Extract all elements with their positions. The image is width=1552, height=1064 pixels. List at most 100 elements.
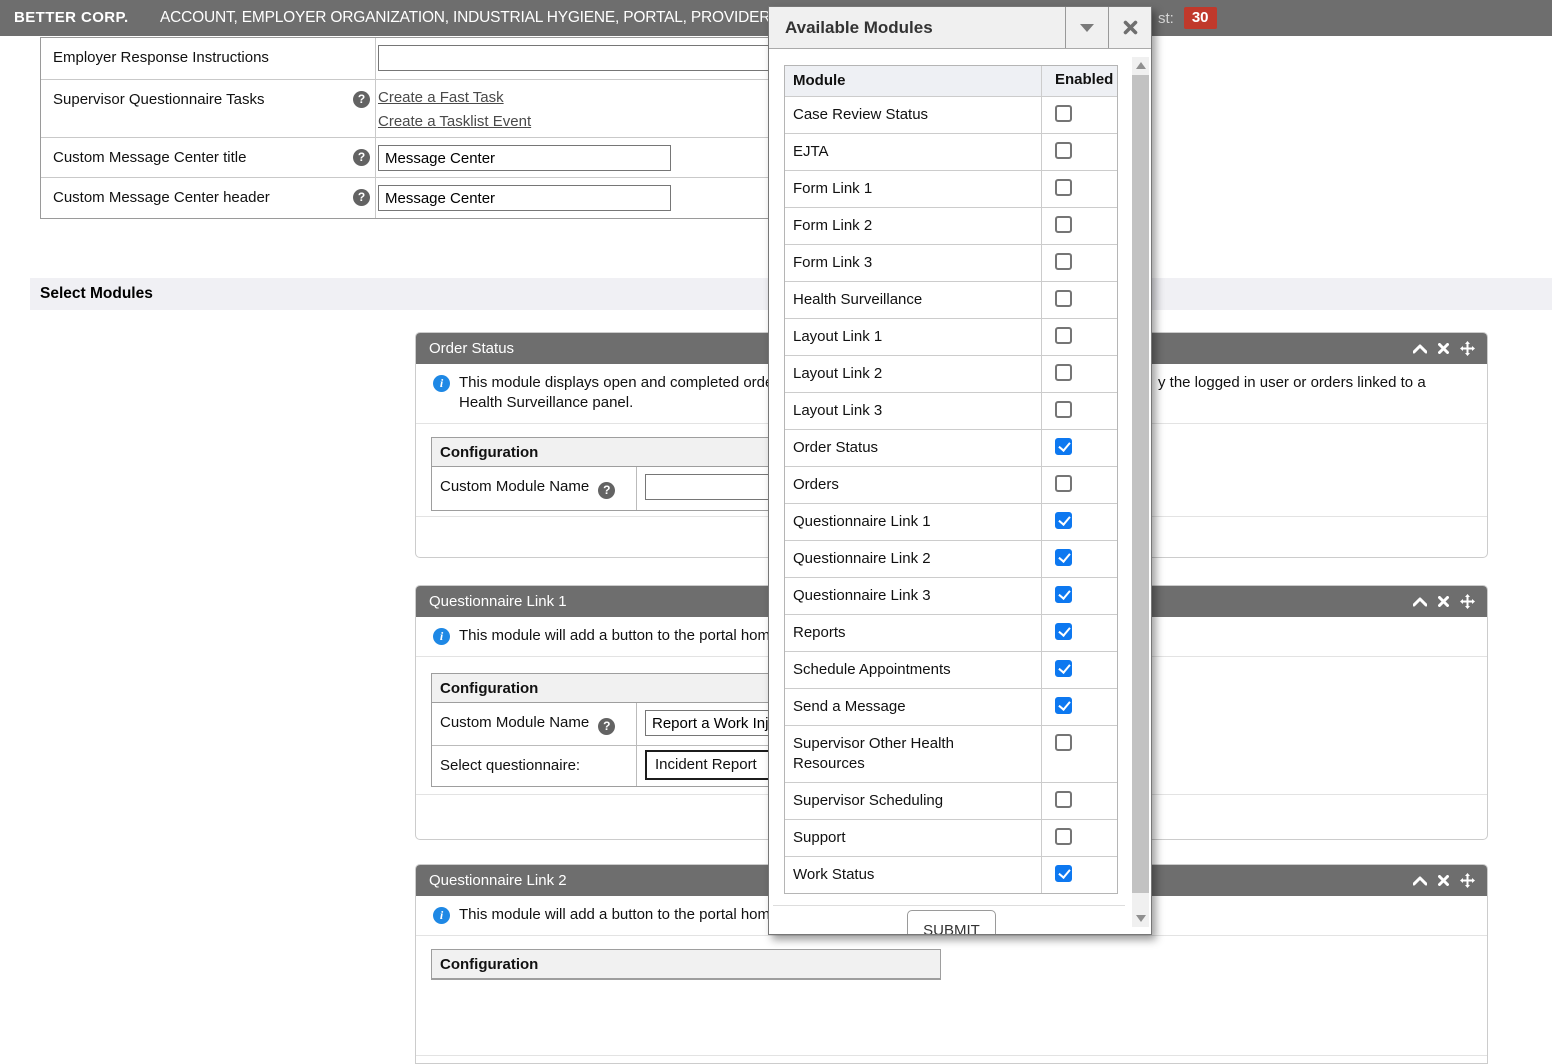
module-enabled-checkbox[interactable] xyxy=(1055,327,1072,344)
module-name: Layout Link 1 xyxy=(793,327,882,347)
list-count-label: st: xyxy=(1158,10,1174,27)
module-enabled-checkbox[interactable] xyxy=(1055,142,1072,159)
module-enabled-checkbox[interactable] xyxy=(1055,586,1072,603)
module-name: Questionnaire Link 1 xyxy=(793,512,931,532)
module-name: Orders xyxy=(793,475,839,495)
module-name: Form Link 3 xyxy=(793,253,872,273)
close-panel-icon[interactable] xyxy=(1438,343,1449,354)
module-enabled-checkbox[interactable] xyxy=(1055,105,1072,122)
brand-label[interactable]: BETTER CORP. xyxy=(14,0,129,36)
module-row: Case Review Status xyxy=(785,96,1117,133)
available-modules-dialog: Available Modules Module Enabled Case Re… xyxy=(768,6,1152,935)
module-name: Questionnaire Link 2 xyxy=(793,549,931,569)
module-row: Form Link 2 xyxy=(785,207,1117,244)
count-badge: 30 xyxy=(1184,7,1217,29)
module-enabled-checkbox[interactable] xyxy=(1055,865,1072,882)
submit-separator xyxy=(773,905,1125,906)
scroll-down-button[interactable] xyxy=(1132,910,1149,927)
module-enabled-checkbox[interactable] xyxy=(1055,697,1072,714)
dialog-close-button[interactable] xyxy=(1108,7,1151,48)
configuration-header: Configuration xyxy=(432,950,940,979)
module-row: Questionnaire Link 2 xyxy=(785,540,1117,577)
config-label: Custom Module Name xyxy=(440,714,589,731)
module-row: Reports xyxy=(785,614,1117,651)
module-name: Schedule Appointments xyxy=(793,660,951,680)
move-panel-icon[interactable] xyxy=(1460,873,1475,888)
info-icon: i xyxy=(433,907,450,924)
module-row: Supervisor Other Health Resources xyxy=(785,725,1117,782)
module-name: Layout Link 2 xyxy=(793,364,882,384)
module-enabled-checkbox[interactable] xyxy=(1055,401,1072,418)
module-row: Orders xyxy=(785,466,1117,503)
module-name: Supervisor Other Health Resources xyxy=(793,734,983,774)
help-icon[interactable]: ? xyxy=(598,718,615,735)
field-label: Custom Message Center header xyxy=(41,178,376,218)
collapse-panel-icon[interactable] xyxy=(1413,597,1427,607)
module-enabled-checkbox[interactable] xyxy=(1055,216,1072,233)
panel-title: Questionnaire Link 1 xyxy=(429,593,567,610)
submit-button[interactable]: SUBMIT xyxy=(907,910,996,934)
move-panel-icon[interactable] xyxy=(1460,341,1475,356)
info-icon: i xyxy=(433,375,450,392)
module-enabled-checkbox[interactable] xyxy=(1055,438,1072,455)
module-enabled-checkbox[interactable] xyxy=(1055,475,1072,492)
module-row: EJTA xyxy=(785,133,1117,170)
module-enabled-checkbox[interactable] xyxy=(1055,512,1072,529)
close-icon xyxy=(1123,20,1138,35)
column-header-enabled: Enabled xyxy=(1041,66,1117,96)
help-icon[interactable]: ? xyxy=(353,189,370,206)
nav-menu-text[interactable]: ACCOUNT, EMPLOYER ORGANIZATION, INDUSTRI… xyxy=(160,0,770,36)
scroll-up-button[interactable] xyxy=(1132,57,1149,74)
module-row: Send a Message xyxy=(785,688,1117,725)
module-name: Order Status xyxy=(793,438,878,458)
column-header-module: Module xyxy=(785,66,1041,96)
module-name: EJTA xyxy=(793,142,829,162)
module-name: Support xyxy=(793,828,846,848)
collapse-panel-icon[interactable] xyxy=(1413,344,1427,354)
close-panel-icon[interactable] xyxy=(1438,875,1449,886)
module-enabled-checkbox[interactable] xyxy=(1055,179,1072,196)
module-enabled-checkbox[interactable] xyxy=(1055,253,1072,270)
panel-title: Questionnaire Link 2 xyxy=(429,872,567,889)
module-enabled-checkbox[interactable] xyxy=(1055,290,1072,307)
dialog-collapse-button[interactable] xyxy=(1065,7,1108,48)
move-panel-icon[interactable] xyxy=(1460,594,1475,609)
module-enabled-checkbox[interactable] xyxy=(1055,660,1072,677)
field-label: Supervisor Questionnaire Tasks xyxy=(41,80,376,137)
help-icon[interactable]: ? xyxy=(353,91,370,108)
module-row: Form Link 3 xyxy=(785,244,1117,281)
close-panel-icon[interactable] xyxy=(1438,596,1449,607)
dialog-scrollbar[interactable] xyxy=(1132,57,1149,927)
module-enabled-checkbox[interactable] xyxy=(1055,828,1072,845)
module-enabled-checkbox[interactable] xyxy=(1055,734,1072,751)
module-row: Questionnaire Link 1 xyxy=(785,503,1117,540)
module-name: Layout Link 3 xyxy=(793,401,882,421)
module-name: Form Link 2 xyxy=(793,216,872,236)
message-center-header-input[interactable] xyxy=(378,185,671,211)
module-row: Work Status xyxy=(785,856,1117,893)
message-center-title-input[interactable] xyxy=(378,145,671,171)
panel-title: Order Status xyxy=(429,340,514,357)
module-row: Layout Link 2 xyxy=(785,355,1117,392)
module-row: Order Status xyxy=(785,429,1117,466)
module-enabled-checkbox[interactable] xyxy=(1055,364,1072,381)
dialog-body: Module Enabled Case Review Status EJTA F… xyxy=(769,49,1151,934)
module-name: Work Status xyxy=(793,865,874,885)
triangle-up-icon xyxy=(1136,62,1146,69)
module-enabled-checkbox[interactable] xyxy=(1055,791,1072,808)
dialog-header[interactable]: Available Modules xyxy=(769,7,1151,49)
scrollbar-thumb[interactable] xyxy=(1132,75,1149,893)
help-icon[interactable]: ? xyxy=(598,482,615,499)
help-icon[interactable]: ? xyxy=(353,149,370,166)
module-row: Supervisor Scheduling xyxy=(785,782,1117,819)
info-icon: i xyxy=(433,628,450,645)
triangle-down-icon xyxy=(1136,915,1146,922)
collapse-panel-icon[interactable] xyxy=(1413,876,1427,886)
module-enabled-checkbox[interactable] xyxy=(1055,549,1072,566)
module-name: Health Surveillance xyxy=(793,290,922,310)
field-label: Employer Response Instructions xyxy=(41,38,376,79)
description-text-right: y the logged in user or orders linked to… xyxy=(1158,373,1426,393)
module-row: Health Surveillance xyxy=(785,281,1117,318)
configuration-table: Configuration xyxy=(431,949,941,980)
module-enabled-checkbox[interactable] xyxy=(1055,623,1072,640)
